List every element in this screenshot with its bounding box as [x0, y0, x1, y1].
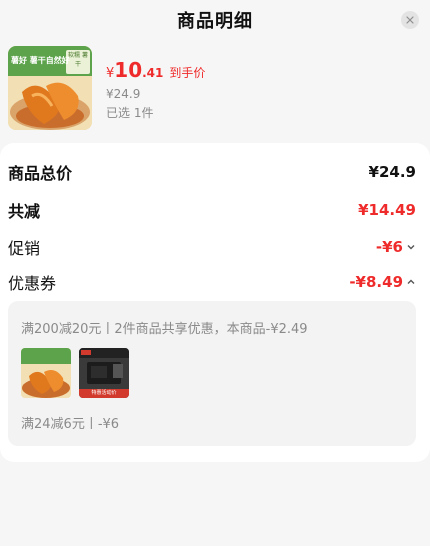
total-price-value: ¥24.9	[368, 163, 416, 181]
coupon-value-wrap: -¥8.49	[349, 273, 416, 291]
header: 商品明细	[0, 0, 430, 40]
promotion-value: -¥6	[375, 238, 403, 256]
close-button[interactable]	[401, 11, 419, 29]
price-detail-card: 商品总价 ¥24.9 共减 ¥14.49 促销 -¥6 优惠券 -¥8.49 满…	[0, 143, 430, 462]
coupon-row[interactable]: 优惠券 -¥8.49	[8, 270, 416, 294]
coupon-item-thumb-1[interactable]	[21, 348, 71, 398]
discount-total-label: 共减	[8, 202, 41, 221]
coupon-item-thumb-2[interactable]: 特惠活动价	[79, 348, 129, 398]
price-symbol: ¥	[106, 66, 115, 81]
discount-total-row: 共减 ¥14.49	[8, 198, 416, 222]
sweet-potato-image	[21, 348, 71, 398]
price-integer: 10	[114, 58, 143, 82]
promotion-value-wrap: -¥6	[376, 238, 416, 256]
price-decimal: .41	[142, 66, 164, 80]
chevron-down-icon	[407, 245, 415, 250]
thumb-badge: 软糯 薯干	[68, 52, 88, 68]
total-price-label: 商品总价	[8, 164, 73, 183]
original-price: ¥24.9	[106, 87, 141, 101]
final-price: ¥ 10 .41 到手价	[106, 58, 205, 82]
selected-quantity: 已选 1件	[106, 106, 154, 120]
coupon-label: 优惠券	[8, 274, 57, 293]
product-info: ¥ 10 .41 到手价 ¥24.9 已选 1件	[106, 46, 205, 121]
coupon-detail-panel: 满200减20元丨2件商品共享优惠，本商品-¥2.49 特惠活动价 满24减6元…	[8, 301, 416, 446]
page-title: 商品明细	[177, 11, 253, 32]
coupon-item-caption: 特惠活动价	[91, 390, 117, 396]
coupon-rule-1: 满200减20元丨2件商品共享优惠，本商品-¥2.49	[21, 322, 308, 337]
total-price-row: 商品总价 ¥24.9	[8, 160, 416, 184]
product-thumbnail[interactable]: 薯好 薯干自然好 软糯 薯干	[8, 46, 92, 130]
coupon-rule-2: 满24减6元丨-¥6	[21, 417, 120, 432]
product-summary: 薯好 薯干自然好 软糯 薯干 ¥ 10 .41 到手价 ¥24.9 已选 1件	[8, 46, 418, 132]
price-tag: 到手价	[169, 66, 206, 80]
promotion-label: 促销	[8, 239, 41, 258]
thumb-slogan: 薯好 薯干自然好	[11, 56, 70, 65]
coupon-value: -¥8.49	[349, 273, 403, 291]
promotion-row[interactable]: 促销 -¥6	[8, 235, 416, 259]
discount-total-value: ¥14.49	[358, 201, 416, 219]
close-icon	[406, 16, 414, 24]
chevron-up-icon	[407, 279, 415, 284]
